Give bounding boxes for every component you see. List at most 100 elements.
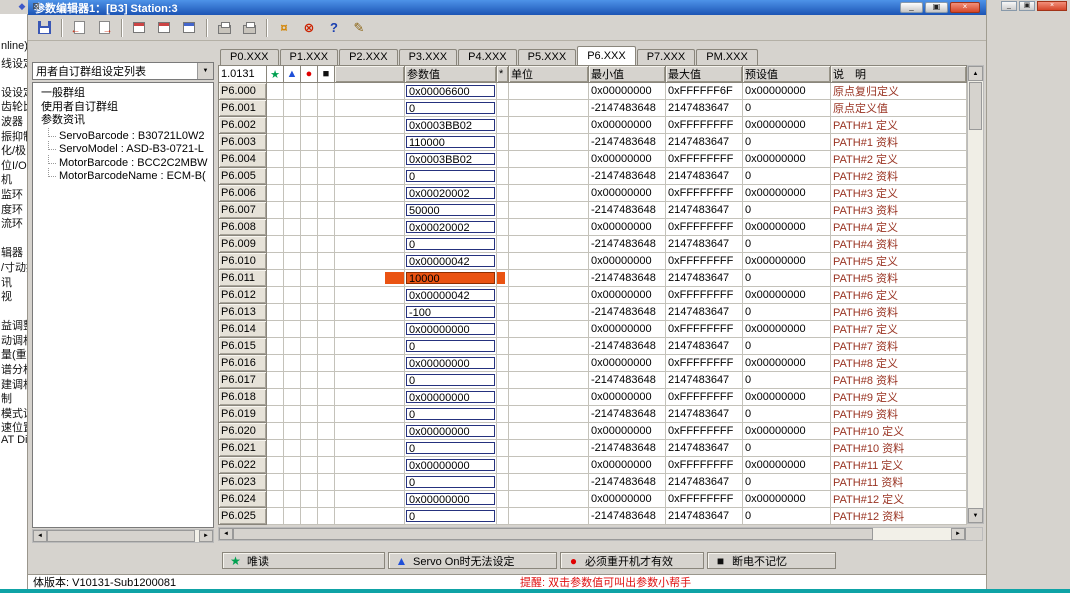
param-value-input[interactable]: 50000 [406,204,495,216]
param-value-input[interactable]: 0 [406,374,495,386]
param-value-input[interactable]: 0 [406,510,495,522]
print-button[interactable] [213,18,235,38]
tab-P3.XXX[interactable]: P3.XXX [399,49,458,65]
password-button[interactable]: ¤ [273,18,295,38]
tree-item[interactable]: MotorBarcodeName : ECM-B( [33,168,213,182]
param-id-cell[interactable]: P6.012 [219,287,267,304]
param-value-input[interactable]: 0x00020002 [406,221,495,233]
param-id-cell[interactable]: P6.022 [219,457,267,474]
param-value-input[interactable]: 0 [406,238,495,250]
param-id-cell[interactable]: P6.023 [219,474,267,491]
param-id-cell[interactable]: P6.020 [219,423,267,440]
param-id-cell[interactable]: P6.018 [219,389,267,406]
param-id-cell[interactable]: P6.021 [219,440,267,457]
param-value-input[interactable]: 0 [406,408,495,420]
tree-item[interactable]: MotorBarcode : BCC2C2MBW [33,155,213,169]
compare-parameters-button[interactable] [128,18,150,38]
param-id-cell[interactable]: P6.017 [219,372,267,389]
param-id-cell[interactable]: P6.015 [219,338,267,355]
tab-P4.XXX[interactable]: P4.XXX [458,49,517,65]
param-id-cell[interactable]: P6.007 [219,202,267,219]
param-id-cell[interactable]: P6.008 [219,219,267,236]
param-value-input[interactable]: 0x00000000 [406,493,495,505]
scroll-thumb[interactable] [47,530,195,542]
read-parameters-button[interactable] [68,18,90,38]
parent-restore-button[interactable]: ▣ [1019,1,1035,11]
param-value-input[interactable]: 0 [406,476,495,488]
default-parameters-button[interactable] [153,18,175,38]
tab-PM.XXX[interactable]: PM.XXX [696,49,758,65]
tree-item[interactable]: 使用者自订群组 [33,101,213,115]
parameter-table-button[interactable] [178,18,200,38]
tree-item[interactable]: ServoModel : ASD-B3-0721-L [33,141,213,155]
write-parameters-button[interactable] [93,18,115,38]
tab-P1.XXX[interactable]: P1.XXX [280,49,339,65]
param-value-input[interactable]: 0 [406,170,495,182]
save-button[interactable] [33,18,55,38]
param-id-cell[interactable]: P6.024 [219,491,267,508]
scroll-down-button[interactable]: ▼ [968,508,983,523]
param-value-input[interactable]: 0x00000000 [406,391,495,403]
param-value-input[interactable]: 0x00020002 [406,187,495,199]
param-value-input[interactable]: 10000 [406,272,495,284]
param-value-input[interactable]: 0x00000000 [406,357,495,369]
close-button[interactable]: × [950,2,980,13]
param-value-input[interactable]: 0 [406,340,495,352]
param-value-input[interactable]: -100 [406,306,495,318]
param-value-input[interactable]: 0x00000042 [406,255,495,267]
param-id-cell[interactable]: P6.003 [219,134,267,151]
param-id-cell[interactable]: P6.001 [219,100,267,117]
param-value-input[interactable]: 0x00000042 [406,289,495,301]
param-value-input[interactable]: 0x00000000 [406,323,495,335]
tab-P0.XXX[interactable]: P0.XXX [220,49,279,65]
close-box-icon[interactable]: ⊠ [30,0,42,12]
table-horizontal-scrollbar[interactable]: ◄ ► [218,527,983,541]
group-list-dropdown[interactable]: 用者自订群组设定列表 ▼ [32,62,214,80]
search-button[interactable]: ⊗ [298,18,320,38]
minimize-button[interactable]: _ [900,2,923,13]
scroll-right-button[interactable]: ► [951,528,965,540]
tab-P7.XXX[interactable]: P7.XXX [637,49,696,65]
param-id-cell[interactable]: P6.010 [219,253,267,270]
param-value-input[interactable]: 0x00006600 [406,85,495,97]
scroll-left-button[interactable]: ◄ [33,530,47,542]
param-id-cell[interactable]: P6.019 [219,406,267,423]
print-preview-button[interactable] [238,18,260,38]
restore-button[interactable]: ▣ [925,2,948,13]
chevron-down-icon[interactable]: ▼ [197,63,213,79]
scroll-thumb[interactable] [969,82,982,130]
tab-P2.XXX[interactable]: P2.XXX [339,49,398,65]
tree-item[interactable]: 一般群组 [33,87,213,101]
parent-minimize-button[interactable]: _ [1001,1,1017,11]
param-id-cell[interactable]: P6.013 [219,304,267,321]
scroll-right-button[interactable]: ► [199,530,213,542]
scroll-left-button[interactable]: ◄ [219,528,233,540]
param-value-input[interactable]: 0x00000000 [406,425,495,437]
sidebar-horizontal-scrollbar[interactable]: ◄ ► [32,529,214,543]
window-menu-icon[interactable]: ◆ [16,0,28,12]
scroll-up-button[interactable]: ▲ [968,66,983,81]
param-value-input[interactable]: 0 [406,102,495,114]
tree-item[interactable]: ServoBarcode : B30721L0W2 [33,128,213,142]
param-value-input[interactable]: 0x0003BB02 [406,153,495,165]
help-button[interactable]: ? [323,18,345,38]
tree-item[interactable]: 参数资讯 [33,114,213,128]
param-id-cell[interactable]: P6.005 [219,168,267,185]
param-id-cell[interactable]: P6.004 [219,151,267,168]
param-id-cell[interactable]: P6.009 [219,236,267,253]
param-id-cell[interactable]: P6.016 [219,355,267,372]
param-id-cell[interactable]: P6.025 [219,508,267,525]
param-id-cell[interactable]: P6.000 [219,83,267,100]
tab-P5.XXX[interactable]: P5.XXX [518,49,577,65]
param-id-cell[interactable]: P6.014 [219,321,267,338]
tab-P6.XXX[interactable]: P6.XXX [577,46,636,65]
edit-button[interactable]: ✎ [348,18,370,38]
param-value-input[interactable]: 0x00000000 [406,459,495,471]
scroll-thumb[interactable] [233,528,873,540]
param-value-input[interactable]: 110000 [406,136,495,148]
param-id-cell[interactable]: P6.011 [219,270,267,287]
param-value-input[interactable]: 0 [406,442,495,454]
vertical-scrollbar[interactable]: ▲ ▼ [967,65,984,524]
param-value-input[interactable]: 0x0003BB02 [406,119,495,131]
param-id-cell[interactable]: P6.006 [219,185,267,202]
